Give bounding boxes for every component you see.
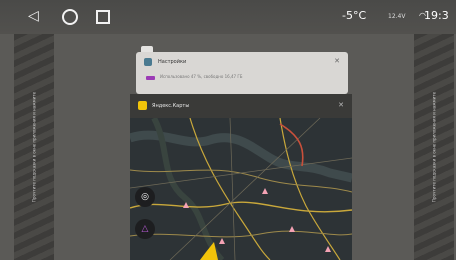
- map-view[interactable]: [130, 118, 352, 260]
- card-title: Яндекс.Карты: [152, 103, 190, 109]
- temperature: -5°C: [342, 9, 367, 22]
- right-side-panel: Прочтите подсказки в окне приложения и н…: [414, 34, 454, 260]
- close-icon[interactable]: ✕: [338, 101, 344, 109]
- clock: 19:3: [424, 9, 449, 22]
- card-notification: Использовано 47 %, свободно 16,47 ГБ: [160, 74, 243, 79]
- right-hint-text: Прочтите подсказки в окне приложения и н…: [431, 91, 437, 203]
- settings-recent-card[interactable]: Настройки ✕ Использовано 47 %, свободно …: [136, 52, 348, 94]
- status-bar: ◁ -5°C 12.4V ◠ 19:3: [0, 0, 456, 34]
- battery-voltage: 12.4V: [388, 13, 406, 20]
- card-header: Яндекс.Карты ✕: [130, 94, 352, 118]
- left-hint-text: Прочтите подсказки в окне приложения и н…: [31, 91, 37, 203]
- yandex-maps-app-icon: [138, 101, 147, 110]
- chat-icon[interactable]: ◎: [135, 187, 155, 207]
- notification-badge: [146, 76, 155, 80]
- close-icon[interactable]: ✕: [334, 57, 340, 65]
- left-side-panel: Прочтите подсказки в окне приложения и н…: [14, 34, 54, 260]
- back-icon[interactable]: ◁: [28, 8, 39, 24]
- card-header: Настройки ✕: [136, 52, 348, 72]
- home-icon[interactable]: [62, 9, 78, 25]
- card-title: Настройки: [158, 59, 187, 65]
- alice-icon[interactable]: △: [135, 219, 155, 239]
- settings-app-icon: [144, 58, 152, 66]
- recents-icon[interactable]: [96, 10, 110, 24]
- maps-recent-card[interactable]: Яндекс.Карты ✕ ◎ △: [130, 94, 352, 260]
